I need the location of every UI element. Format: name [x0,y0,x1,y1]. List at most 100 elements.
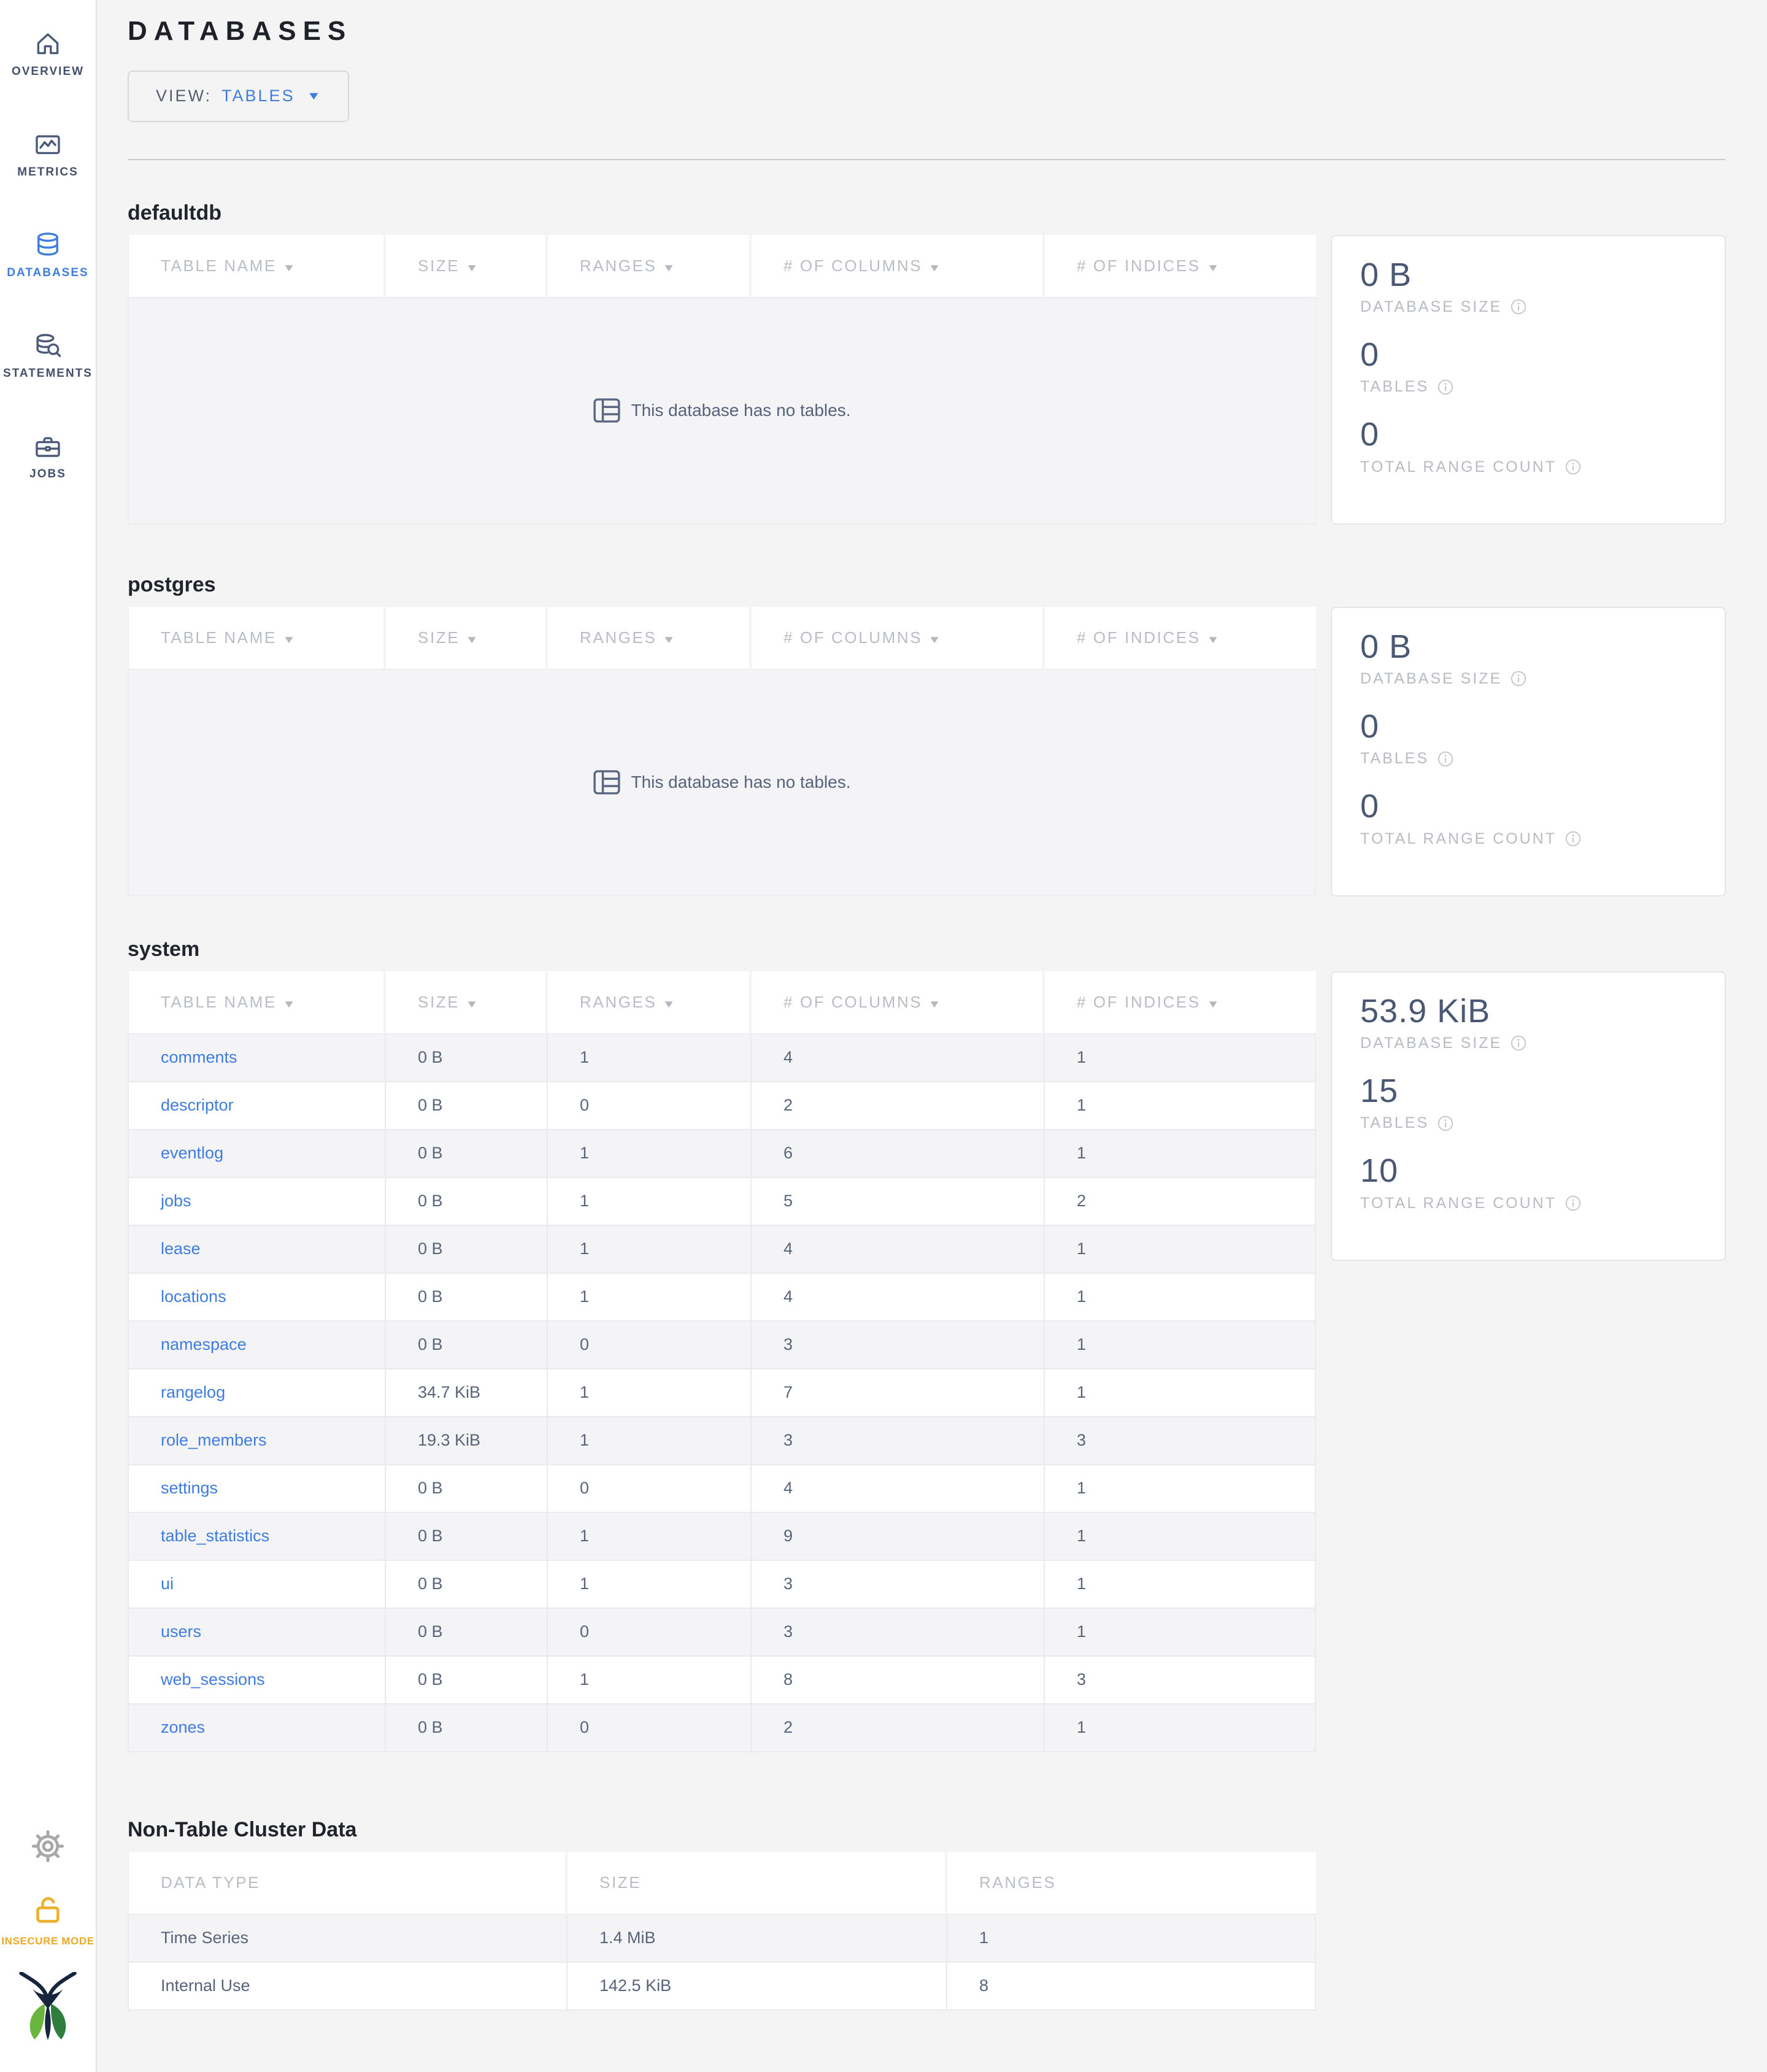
column-header-columns[interactable]: # OF COLUMNS ▼ [752,971,1045,1034]
cell-columns: 5 [752,1177,1045,1226]
column-header-label: SIZE [418,628,460,647]
insecure-mode-indicator[interactable]: INSECURE MODE [1,1893,94,1947]
table-name-link[interactable]: web_sessions [161,1670,265,1689]
column-header-indices[interactable]: # OF INDICES ▼ [1045,606,1316,670]
tables-count-label: TABLES [1360,1114,1430,1132]
table-name-link[interactable]: lease [161,1239,201,1258]
view-dropdown[interactable]: VIEW: TABLES ▼ [128,70,350,122]
sort-desc-icon: ▼ [282,998,298,1010]
info-icon[interactable] [1565,831,1581,847]
table-row: jobs 0 B 1 5 2 [128,1177,1316,1226]
table-row: descriptor 0 B 0 2 1 [128,1082,1316,1130]
info-icon[interactable] [1511,299,1526,315]
column-header-table-name[interactable]: TABLE NAME ▼ [128,606,386,670]
cell-indices: 2 [1045,1177,1316,1226]
insecure-mode-label: INSECURE MODE [1,1935,94,1947]
table-name-link[interactable]: descriptor [161,1096,234,1114]
sidebar-bottom: INSECURE MODE [1,1830,94,2072]
cell-size: 0 B [386,1082,548,1130]
cell-columns: 7 [752,1369,1045,1417]
info-icon[interactable] [1565,1195,1581,1211]
cell-columns: 2 [752,1082,1045,1130]
home-icon [33,27,63,61]
column-header-label: RANGES [580,992,657,1011]
cell-ranges: 1 [548,1512,752,1561]
info-icon[interactable] [1438,379,1453,395]
cell-indices: 1 [1045,1608,1316,1657]
sort-desc-icon: ▼ [465,998,481,1010]
info-icon[interactable] [1438,751,1453,767]
range-count-label: TOTAL RANGE COUNT [1360,830,1557,847]
column-header-ranges[interactable]: RANGES ▼ [548,606,752,670]
column-header-indices[interactable]: # OF INDICES ▼ [1045,971,1316,1034]
table-name-link[interactable]: jobs [161,1192,191,1210]
column-header-table-name[interactable]: TABLE NAME ▼ [128,234,386,298]
sidebar-item-statements[interactable]: STATEMENTS [0,329,96,429]
column-header-ranges[interactable]: RANGES ▼ [548,234,752,298]
table-name-link[interactable]: table_statistics [161,1527,269,1545]
sidebar-item-metrics[interactable]: METRICS [0,128,96,228]
cell-size: 0 B [386,1608,548,1657]
info-icon[interactable] [1511,671,1526,687]
cell-size: 0 B [386,1273,548,1322]
sort-desc-icon: ▼ [282,633,298,645]
table-name-link[interactable]: users [161,1622,201,1641]
table-row: ui 0 B 1 3 1 [128,1560,1316,1609]
column-header-size[interactable]: SIZE ▼ [386,971,548,1034]
cell-ranges: 0 [548,1321,752,1369]
cell-ranges: 1 [548,1417,752,1465]
info-icon[interactable] [1511,1035,1526,1051]
cell-size: 34.7 KiB [386,1369,548,1417]
table-name-link[interactable]: zones [161,1718,205,1736]
cell-ranges: 0 [548,1704,752,1752]
cell-indices: 1 [1045,1273,1316,1322]
sidebar-item-overview[interactable]: OVERVIEW [0,27,96,128]
column-header-label: TABLE NAME [161,992,277,1011]
column-header-columns[interactable]: # OF COLUMNS ▼ [752,606,1045,670]
column-header-size[interactable]: SIZE ▼ [386,606,548,670]
database-table: TABLE NAME ▼ SIZE ▼ RANGES ▼ # OF COLUMNS ▼ … [128,234,1316,525]
cell-ranges: 1 [548,1369,752,1417]
database-name-heading: defaultdb [128,201,221,225]
table-icon [593,398,621,423]
column-header-label: # OF COLUMNS [783,628,923,647]
info-icon[interactable] [1438,1115,1453,1131]
table-icon [593,770,621,795]
table-row: comments 0 B 1 4 1 [128,1034,1316,1082]
sidebar-item-jobs[interactable]: JOBS [0,429,96,530]
cell-columns: 4 [752,1225,1045,1274]
sidebar: OVERVIEW METRICS DATABASES STATEMENTS JO… [0,0,97,2072]
database-stats-card: 0 B DATABASE SIZE 0 TABLES 0 TOTAL RANGE… [1331,606,1726,896]
empty-table-message: This database has no tables. [128,669,1316,896]
cell-size: 0 B [386,1512,548,1561]
database-size-label: DATABASE SIZE [1360,669,1503,687]
table-name-link[interactable]: rangelog [161,1383,225,1401]
database-stats-card: 53.9 KiB DATABASE SIZE 15 TABLES 10 TOTA… [1331,971,1726,1261]
sidebar-item-databases[interactable]: DATABASES [0,228,96,329]
table-row: role_members 19.3 KiB 1 3 3 [128,1417,1316,1465]
cell-ranges: 0 [548,1465,752,1513]
settings-gear-icon[interactable] [31,1830,64,1866]
table-name-link[interactable]: role_members [161,1431,267,1449]
info-icon[interactable] [1565,459,1581,475]
table-name-link[interactable]: namespace [161,1335,247,1354]
database-size-value: 53.9 KiB [1360,992,1491,1030]
table-name-link[interactable]: locations [161,1287,226,1306]
table-name-link[interactable]: comments [161,1048,237,1066]
table-name-link[interactable]: ui [161,1574,174,1593]
database-table: TABLE NAME ▼ SIZE ▼ RANGES ▼ # OF COLUMNS ▼ … [128,606,1316,896]
main-content: DATABASES VIEW: TABLES ▼ defaultdb TABLE… [97,0,1767,2072]
column-header-size[interactable]: SIZE ▼ [386,234,548,298]
cell-ranges: 1 [548,1034,752,1082]
column-header-indices[interactable]: # OF INDICES ▼ [1045,234,1316,298]
column-header-columns[interactable]: # OF COLUMNS ▼ [752,234,1045,298]
column-header-table-name[interactable]: TABLE NAME ▼ [128,971,386,1034]
cell-ranges: 1 [548,1560,752,1609]
column-header-ranges[interactable]: RANGES ▼ [548,971,752,1034]
table-name-link[interactable]: eventlog [161,1144,223,1162]
cell-indices: 1 [1045,1512,1316,1561]
cell-size: 0 B [386,1465,548,1513]
cell-indices: 1 [1045,1034,1316,1082]
table-name-link[interactable]: settings [161,1479,218,1497]
cell-size: 0 B [386,1177,548,1226]
